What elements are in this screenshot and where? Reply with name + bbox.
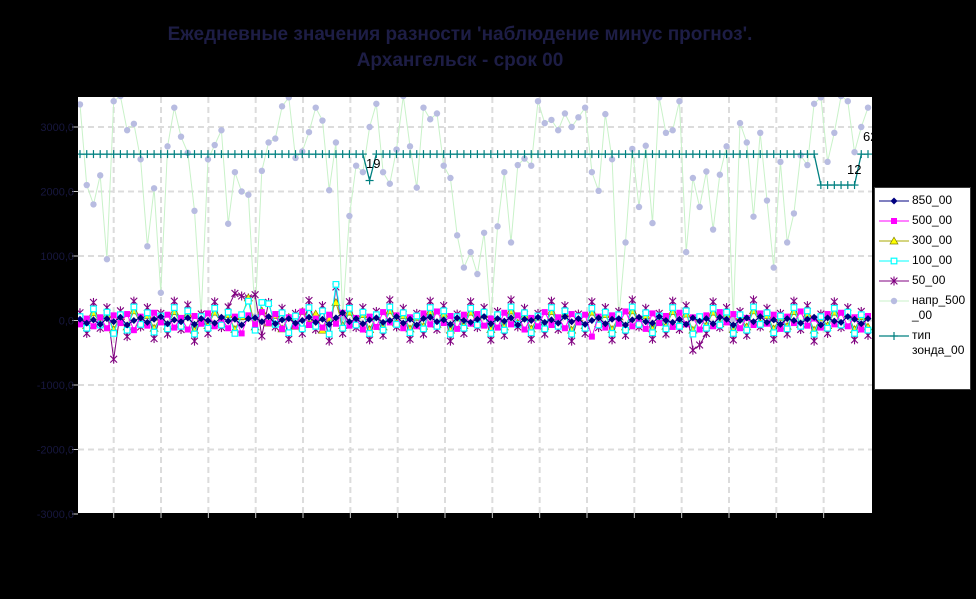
legend-label-tip-zonda-00: тип зонда_00: [912, 328, 964, 358]
legend: 850_00 500_00 300_00 100_00 50_00 напр_5…: [874, 187, 971, 390]
legend-item-100-00: 100_00: [878, 253, 970, 268]
legend-item-napr-500-00: напр_500 _00: [878, 293, 970, 323]
legend-item-50-00: 50_00: [878, 273, 970, 288]
data-label-19: 19: [366, 156, 380, 171]
legend-item-500-00: 500_00: [878, 213, 970, 228]
legend-marker-100-00-icon: [878, 254, 910, 268]
legend-label-50-00: 50_00: [912, 273, 945, 288]
y-tick-label: -2000,0: [37, 445, 74, 457]
y-tick-label: 3000,0: [40, 122, 74, 134]
y-tick-label: -3000,0: [37, 509, 74, 521]
y-tick-label: 0,0: [59, 316, 74, 328]
plot-area: 3000,0 2000,0 1000,0 0,0 -1000,0 -2000,0 -3000…: [0, 0, 976, 599]
legend-marker-850-00-icon: [878, 194, 910, 208]
data-label-12: 12: [847, 162, 861, 177]
y-tick-label: 2000,0: [40, 187, 74, 199]
legend-item-300-00: 300_00: [878, 233, 970, 248]
y-tick-label: -1000,0: [37, 380, 74, 392]
legend-marker-300-00-icon: [878, 234, 910, 248]
legend-label-napr-500-00: напр_500 _00: [912, 293, 965, 323]
data-label-62: 62: [863, 129, 877, 144]
legend-marker-napr-500-00-icon: [878, 294, 910, 308]
legend-marker-tip-zonda-00-icon: [878, 329, 910, 343]
legend-label-300-00: 300_00: [912, 233, 952, 248]
legend-item-850-00: 850_00: [878, 193, 970, 208]
legend-label-850-00: 850_00: [912, 193, 952, 208]
legend-item-tip-zonda-00: тип зонда_00: [878, 328, 970, 358]
legend-marker-500-00-icon: [878, 214, 910, 228]
y-tick-label: 1000,0: [40, 251, 74, 263]
chart-canvas: Ежедневные значения разности 'наблюдение…: [0, 0, 976, 599]
legend-marker-50-00-icon: [878, 274, 910, 288]
legend-label-500-00: 500_00: [912, 213, 952, 228]
legend-label-100-00: 100_00: [912, 253, 952, 268]
